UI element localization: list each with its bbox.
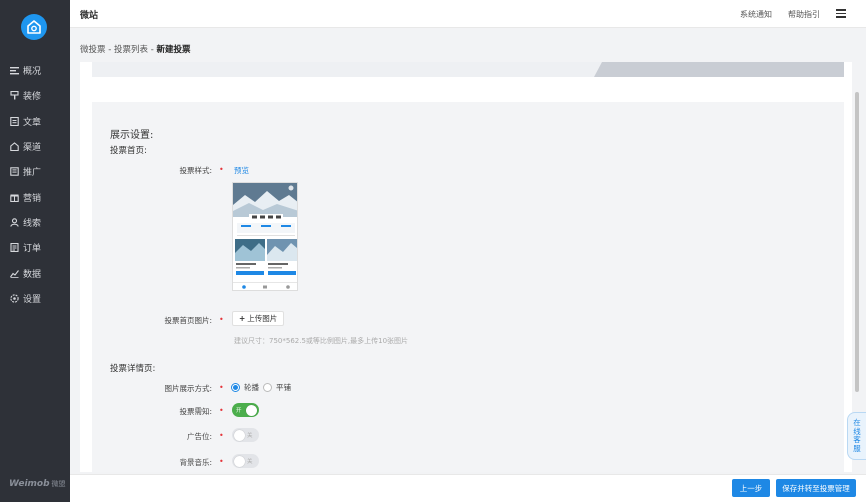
sidebar-item-settings[interactable]: 设置 (0, 286, 70, 311)
breadcrumb-vote[interactable]: 微投票 (80, 45, 106, 55)
article-icon (10, 116, 19, 126)
sidebar-item-leads[interactable]: 线索 (0, 210, 70, 235)
upload-button-label: 上传图片 (247, 314, 278, 323)
paint-icon (10, 91, 19, 100)
upload-hint: 建议尺寸：750*562.5或等比例图片,最多上传10张图片 (234, 337, 409, 345)
help-guide-link[interactable]: 帮助指引 (788, 9, 820, 20)
upload-image-button[interactable]: + 上传图片 (232, 311, 285, 326)
sidebar-item-marketing[interactable]: 营销 (0, 184, 70, 209)
save-and-go-button[interactable]: 保存并转至投票管理 (776, 479, 856, 497)
sidebar-item-label: 设置 (23, 294, 42, 305)
sidebar-item-label: 线索 (23, 218, 42, 229)
required-mark: • (219, 165, 224, 174)
step-progress-bar (92, 62, 844, 77)
toggle-text: 关 (247, 433, 253, 439)
ad-slot-label: 广告位: (186, 432, 212, 441)
display-settings-title: 展示设置: (110, 130, 154, 141)
sidebar-item-label: 推广 (23, 168, 42, 179)
sidebar-item-promote[interactable]: 推广 (0, 159, 70, 184)
sidebar-item-overview[interactable]: 概况 (0, 58, 70, 83)
toggle-knob (234, 429, 245, 441)
sidebar-item-label: 营销 (23, 193, 42, 204)
radio-checked-icon (231, 383, 240, 392)
logo-icon (27, 20, 41, 34)
brand-logo: Weimob 微盟 (9, 479, 66, 489)
radio-label: 平铺 (276, 383, 291, 392)
breadcrumb-current: 新建投票 (156, 45, 191, 55)
vote-style-label: 投票样式: (179, 166, 212, 175)
sidebar-item-label: 文章 (23, 117, 42, 128)
order-icon (10, 243, 19, 253)
leads-icon (10, 218, 19, 227)
required-mark: • (219, 315, 224, 324)
radio-tile[interactable]: 平铺 (263, 382, 291, 393)
breadcrumb-separator: - (105, 45, 114, 55)
sidebar: 概况 装修 文章 渠道 推广 营销 线索 订单 数据 设置 Weimob 微盟 (0, 0, 70, 502)
ad-slot-toggle[interactable]: 关 (232, 428, 259, 442)
background-music-label: 背景音乐: (179, 458, 212, 467)
overview-icon (10, 66, 19, 75)
preview-link[interactable]: 预览 (234, 165, 249, 176)
online-service-button[interactable]: 在 线 客 服 (847, 412, 866, 460)
sidebar-item-channel[interactable]: 渠道 (0, 134, 70, 159)
service-char: 服 (853, 443, 861, 453)
marketing-icon (10, 193, 19, 202)
plus-icon: + (239, 314, 246, 323)
required-mark: • (219, 457, 224, 466)
display-settings-panel: 展示设置: 投票首页: 投票样式: • 预览 投票首页图片: • + 上传图片 … (92, 102, 844, 472)
sidebar-item-label: 数据 (23, 269, 42, 280)
sidebar-item-label: 渠道 (23, 143, 42, 154)
background-music-toggle[interactable]: 关 (232, 454, 259, 468)
data-icon (10, 269, 19, 278)
page-title: 微站 (80, 11, 99, 21)
required-mark: • (219, 431, 224, 440)
breadcrumb: 微投票 - 投票列表 - 新建投票 (80, 43, 191, 55)
required-mark: • (219, 406, 224, 415)
toggle-text: 开 (236, 408, 242, 414)
menu-icon[interactable] (836, 9, 846, 18)
step-current-indicator (594, 62, 844, 77)
home-section-title: 投票首页: (110, 146, 147, 156)
sidebar-item-label: 概况 (23, 67, 42, 78)
phone-preview-image (233, 183, 297, 290)
main-card: 展示设置: 投票首页: 投票样式: • 预览 投票首页图片: • + 上传图片 … (80, 62, 852, 472)
sidebar-item-data[interactable]: 数据 (0, 260, 70, 285)
toggle-knob (246, 404, 257, 416)
top-header: 微站 系统通知 帮助指引 (70, 0, 866, 28)
sidebar-item-article[interactable]: 文章 (0, 109, 70, 134)
sidebar-item-order[interactable]: 订单 (0, 235, 70, 260)
app-logo[interactable] (21, 14, 47, 40)
toggle-text: 关 (247, 459, 253, 465)
radio-carousel[interactable]: 轮播 (231, 382, 259, 393)
brand-name: Weimob (9, 479, 50, 489)
gear-icon (10, 294, 19, 303)
vote-notice-label: 投票需知: (179, 407, 212, 416)
promote-icon (10, 167, 19, 177)
sidebar-item-decoration[interactable]: 装修 (0, 83, 70, 108)
system-notification-link[interactable]: 系统通知 (740, 9, 772, 20)
breadcrumb-vote-list[interactable]: 投票列表 (114, 45, 148, 55)
vote-notice-toggle[interactable]: 开 (232, 403, 259, 417)
home-image-label: 投票首页图片: (164, 316, 212, 325)
sidebar-item-label: 订单 (23, 244, 42, 255)
toggle-knob (234, 455, 245, 467)
radio-label: 轮播 (244, 383, 259, 392)
breadcrumb-separator: - (148, 45, 157, 55)
detail-section-title: 投票详情页: (110, 364, 156, 374)
vote-style-thumbnail[interactable] (232, 182, 298, 291)
prev-step-button[interactable]: 上一步 (732, 479, 770, 497)
sidebar-item-label: 装修 (23, 92, 42, 103)
radio-unchecked-icon (263, 383, 272, 392)
image-mode-label: 图片展示方式: (164, 384, 212, 393)
required-mark: • (219, 383, 224, 392)
channel-icon (10, 142, 19, 152)
brand-name-cn: 微盟 (51, 480, 66, 488)
scrollbar-thumb[interactable] (855, 92, 859, 392)
sidebar-nav: 概况 装修 文章 渠道 推广 营销 线索 订单 数据 设置 (0, 58, 70, 311)
